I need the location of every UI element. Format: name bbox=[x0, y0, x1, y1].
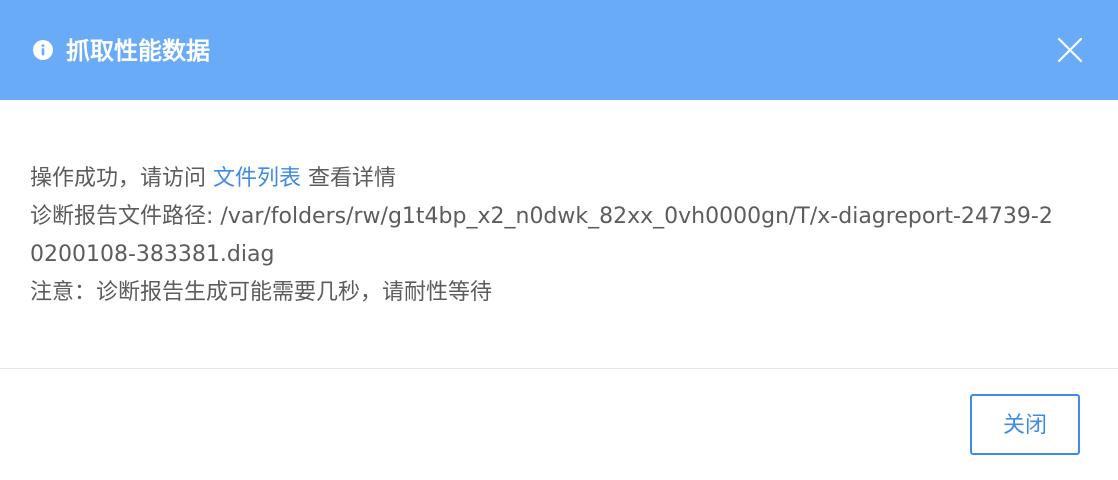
success-suffix: 查看详情 bbox=[301, 166, 397, 191]
notice-message: 注意：诊断报告生成可能需要几秒，请耐性等待 bbox=[30, 280, 493, 305]
close-icon[interactable] bbox=[1057, 37, 1083, 63]
dialog-body: 操作成功，请访问 文件列表 查看详情 诊断报告文件路径: /var/folder… bbox=[30, 160, 1060, 312]
info-icon bbox=[33, 40, 53, 60]
success-prefix: 操作成功，请访问 bbox=[30, 166, 213, 191]
dialog-header: 抓取性能数据 bbox=[0, 0, 1118, 100]
footer-divider bbox=[0, 368, 1118, 369]
file-list-link[interactable]: 文件列表 bbox=[213, 166, 301, 191]
capture-performance-dialog: 抓取性能数据 操作成功，请访问 文件列表 查看详情 诊断报告文件路径: /var… bbox=[0, 0, 1118, 480]
success-message: 操作成功，请访问 文件列表 查看详情 bbox=[30, 160, 1060, 198]
close-button[interactable]: 关闭 bbox=[970, 394, 1080, 455]
report-path-label: 诊断报告文件路径: bbox=[30, 204, 221, 229]
report-path-message: 诊断报告文件路径: /var/folders/rw/g1t4bp_x2_n0dw… bbox=[30, 198, 1060, 274]
dialog-title: 抓取性能数据 bbox=[66, 37, 210, 65]
